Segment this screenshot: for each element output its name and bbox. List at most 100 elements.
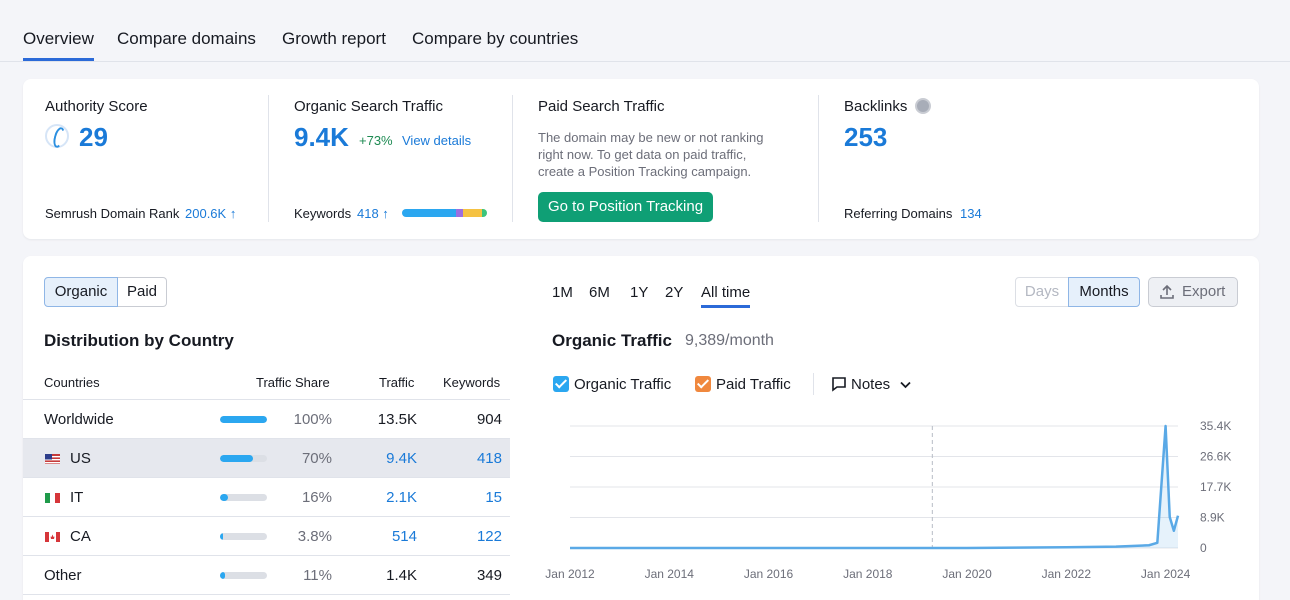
paid-toggle[interactable]: Paid: [118, 277, 167, 307]
divider: [512, 95, 513, 222]
it-flag-icon: [45, 493, 60, 503]
legend-paid[interactable]: Paid Traffic: [716, 376, 791, 393]
months-toggle[interactable]: Months: [1068, 277, 1140, 307]
view-details-link[interactable]: View details: [402, 133, 471, 148]
organic-toggle[interactable]: Organic: [44, 277, 118, 307]
keywords-value[interactable]: 122: [477, 528, 502, 545]
organic-traffic-label: Organic Search Traffic: [294, 98, 443, 115]
keywords-value[interactable]: 418: [477, 450, 502, 467]
tab-compare-domains[interactable]: Compare domains: [117, 29, 256, 49]
col-traffic-share: Traffic Share: [256, 375, 330, 390]
chevron-down-icon[interactable]: [900, 381, 911, 389]
domain-rank-value[interactable]: 200.6K ↑: [185, 206, 236, 221]
days-toggle[interactable]: Days: [1015, 277, 1069, 307]
range-1y[interactable]: 1Y: [630, 284, 648, 301]
organic-traffic-change: +73%: [359, 133, 393, 148]
y-tick-label: 35.4K: [1200, 419, 1231, 433]
globe-icon: [915, 98, 931, 114]
traffic-value: 1.4K: [386, 567, 417, 584]
country-name: Other: [44, 567, 82, 584]
table-row[interactable]: Other 11% 1.4K 349: [23, 556, 510, 595]
table-row[interactable]: Worldwide 100% 13.5K 904: [23, 400, 510, 439]
top-tabs: Overview Compare domains Growth report C…: [0, 0, 1290, 62]
legend-organic[interactable]: Organic Traffic: [574, 376, 671, 393]
y-tick-label: 26.6K: [1200, 450, 1231, 464]
table-row[interactable]: CA 3.8% 514 122: [23, 517, 510, 556]
traffic-chart[interactable]: 35.4K 26.6K 17.7K 8.9K 0 Jan 2012 Jan 2014 Jan …: [528, 411, 1243, 591]
go-to-position-tracking-button[interactable]: Go to Position Tracking: [538, 192, 714, 222]
share-bar-fill: [220, 416, 267, 423]
country-name: Worldwide: [44, 411, 114, 428]
country-table: Worldwide 100% 13.5K 904 US 70% 9.4K 418…: [23, 399, 510, 595]
range-2y[interactable]: 2Y: [665, 284, 683, 301]
authority-score-label: Authority Score: [45, 98, 148, 115]
share-bar-fill: [220, 533, 223, 540]
backlinks-value[interactable]: 253: [844, 122, 887, 153]
keywords-value: 904: [476, 411, 502, 428]
share-bar: [220, 494, 267, 501]
col-countries: Countries: [44, 375, 100, 390]
keywords-value[interactable]: 418 ↑: [357, 206, 389, 221]
col-keywords: Keywords: [443, 375, 501, 390]
organic-traffic-value[interactable]: 9.4K: [294, 122, 349, 153]
country-name: IT: [70, 489, 84, 506]
range-1m[interactable]: 1M: [552, 284, 573, 301]
keywords-value[interactable]: 15: [485, 489, 502, 506]
y-tick-label: 0: [1200, 541, 1207, 555]
us-flag-icon: [45, 454, 60, 464]
traffic-card: Organic Paid 1M 6M 1Y 2Y All time Days M…: [23, 256, 1259, 600]
x-tick-label: Jan 2022: [1042, 567, 1092, 581]
tab-growth-report[interactable]: Growth report: [282, 29, 386, 49]
range-6m[interactable]: 6M: [589, 284, 610, 301]
x-tick-label: Jan 2020: [942, 567, 992, 581]
x-tick-label: Jan 2024: [1141, 567, 1191, 581]
paid-checkbox[interactable]: [695, 376, 711, 392]
traffic-share: 11%: [303, 567, 332, 584]
share-bar: [220, 455, 267, 462]
referring-domains-value[interactable]: 134: [960, 206, 982, 221]
organic-checkbox[interactable]: [553, 376, 569, 392]
tab-overview[interactable]: Overview: [23, 29, 94, 61]
divider: [268, 95, 269, 222]
ca-flag-icon: [45, 532, 60, 542]
share-bar: [220, 416, 267, 423]
divider: [813, 373, 814, 395]
upload-icon: [1160, 284, 1174, 299]
tab-compare-by-countries[interactable]: Compare by countries: [412, 29, 578, 49]
traffic-value[interactable]: 2.1K: [386, 489, 417, 506]
authority-score-value[interactable]: 29: [79, 122, 108, 153]
export-label: Export: [1182, 283, 1226, 300]
traffic-share: 3.8%: [297, 528, 332, 545]
traffic-value[interactable]: 9.4K: [386, 450, 417, 467]
table-row[interactable]: IT 16% 2.1K 15: [23, 478, 510, 517]
notes-button[interactable]: Notes: [851, 376, 890, 393]
chart-subtitle: 9,389/month: [685, 332, 774, 349]
notes-icon[interactable]: [831, 376, 847, 392]
table-row[interactable]: US 70% 9.4K 418: [23, 439, 510, 478]
share-bar-fill: [220, 572, 226, 579]
x-tick-label: Jan 2018: [843, 567, 893, 581]
keywords-distribution-bar: [402, 209, 487, 217]
y-tick-label: 8.9K: [1200, 511, 1225, 525]
x-tick-label: Jan 2014: [645, 567, 695, 581]
traffic-value: 13.5K: [377, 411, 417, 428]
backlinks-label: Backlinks: [844, 98, 908, 115]
authority-score-icon: [45, 124, 69, 148]
traffic-value[interactable]: 514: [392, 528, 417, 545]
keywords-label: Keywords: [294, 206, 352, 221]
share-bar-fill: [220, 494, 228, 501]
domain-rank-label: Semrush Domain Rank: [45, 206, 180, 221]
paid-traffic-desc-3: create a Position Tracking campaign.: [538, 164, 752, 179]
country-name: CA: [70, 528, 91, 545]
traffic-share: 70%: [301, 450, 332, 467]
share-bar: [220, 572, 267, 579]
paid-traffic-desc-2: right now. To get data on paid traffic,: [538, 147, 747, 162]
x-tick-label: Jan 2016: [744, 567, 794, 581]
x-tick-label: Jan 2012: [545, 567, 595, 581]
traffic-share: 16%: [301, 489, 332, 506]
range-all-time[interactable]: All time: [701, 284, 751, 308]
keywords-value: 349: [476, 567, 502, 584]
distribution-title: Distribution by Country: [44, 331, 234, 350]
export-button[interactable]: Export: [1148, 277, 1238, 307]
paid-traffic-desc-1: The domain may be new or not ranking: [538, 130, 764, 145]
